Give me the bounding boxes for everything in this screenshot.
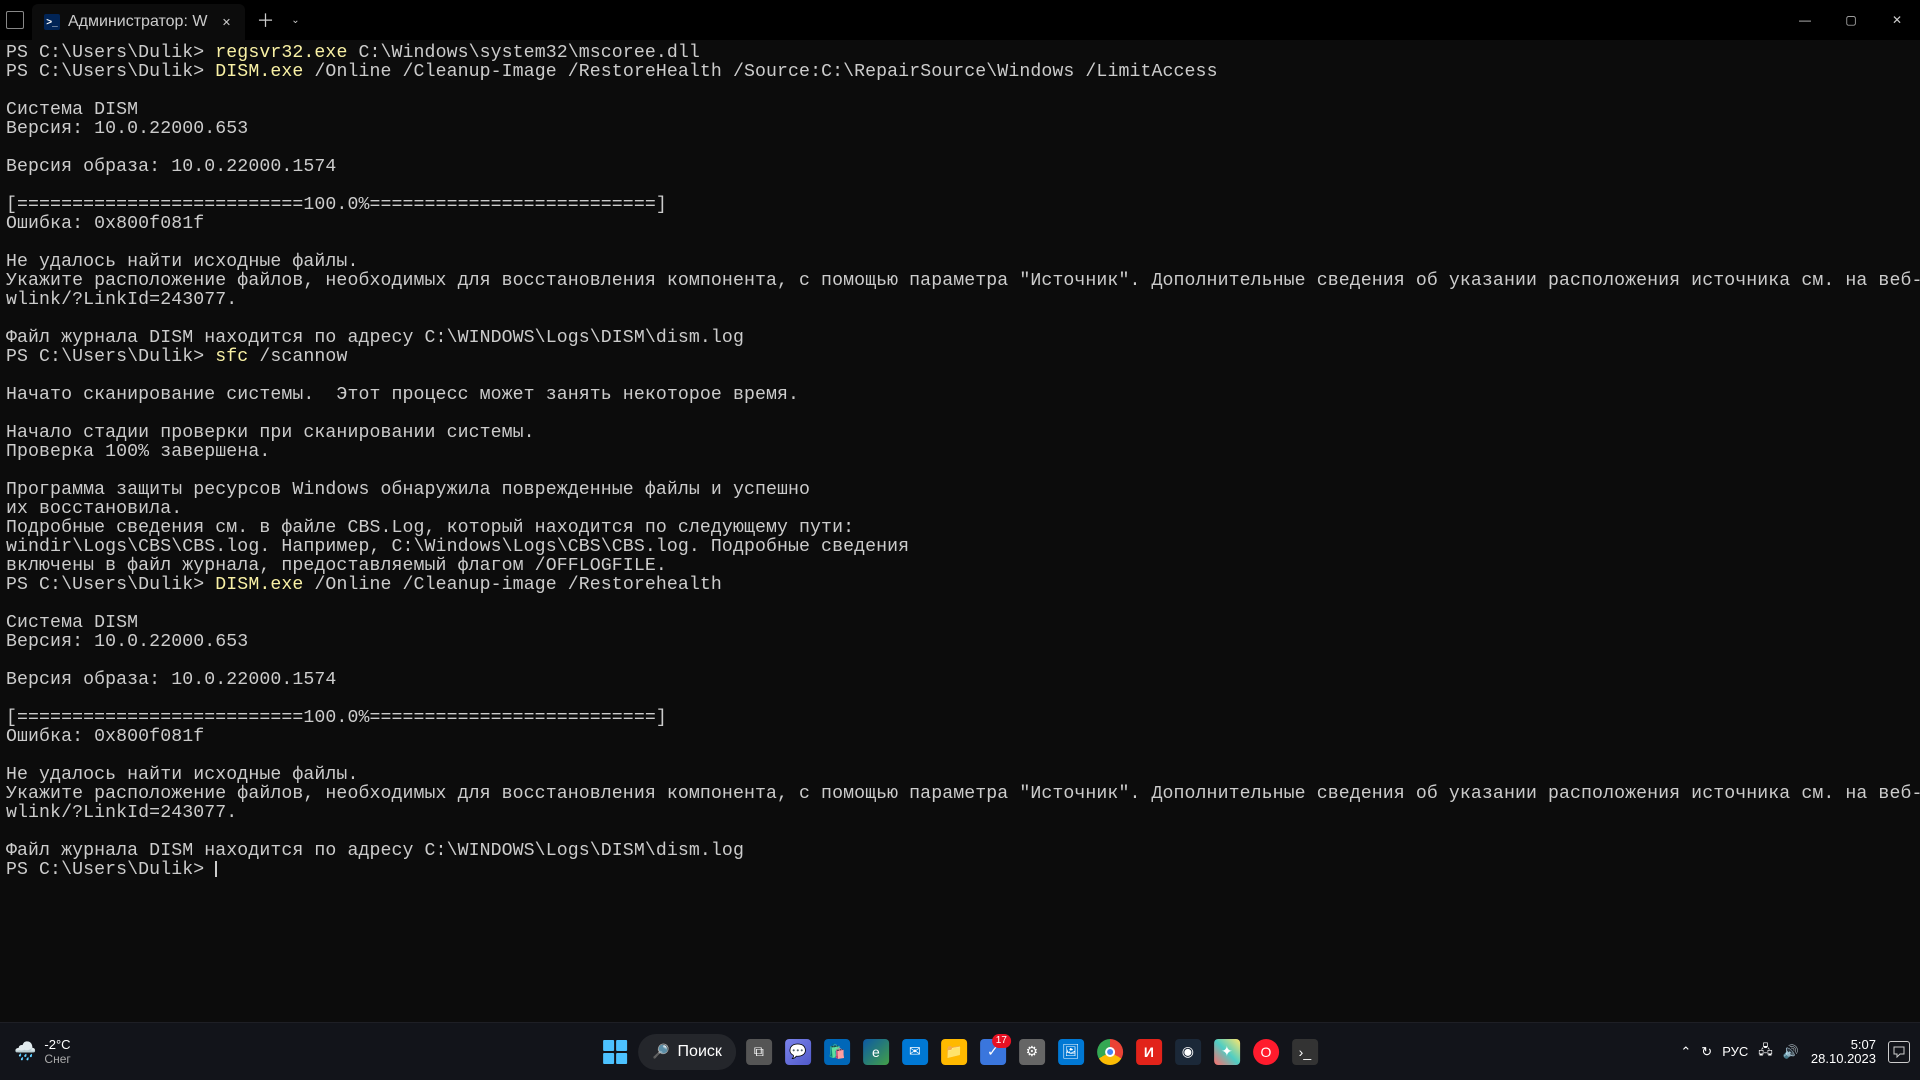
- onedrive-icon[interactable]: ↻: [1701, 1044, 1712, 1060]
- taskbar-weather[interactable]: 🌧️ -2°C Снег: [0, 1038, 71, 1066]
- command-args: /Online /Cleanup-image /Restorehealth: [303, 575, 722, 595]
- command-args: /scannow: [248, 347, 347, 367]
- start-button[interactable]: [599, 1036, 631, 1068]
- command: regsvr32.exe: [215, 43, 347, 63]
- store-icon[interactable]: 🛍️: [821, 1036, 853, 1068]
- output-line: Файл журнала DISM находится по адресу C:…: [6, 841, 744, 861]
- powershell-icon: >_: [44, 14, 60, 30]
- todo-icon[interactable]: ✓17: [977, 1036, 1009, 1068]
- output-line: Cистема DISM: [6, 613, 138, 633]
- new-tab-button[interactable]: ＋: [249, 4, 281, 36]
- edge-icon[interactable]: e: [860, 1036, 892, 1068]
- output-line: Проверка 100% завершена.: [6, 442, 270, 462]
- maximize-button[interactable]: ▢: [1828, 0, 1874, 40]
- tab-title: Администратор: W: [68, 13, 207, 31]
- output-line: Укажите расположение файлов, необходимых…: [6, 784, 1920, 804]
- prompt: PS C:\Users\Dulik>: [6, 860, 204, 880]
- output-line: Укажите расположение файлов, необходимых…: [6, 271, 1920, 291]
- output-line: Начало стадии проверки при сканировании …: [6, 423, 535, 443]
- output-line: Начато сканирование системы. Этот процес…: [6, 385, 799, 405]
- search-button[interactable]: 🔍 Поиск: [638, 1034, 736, 1070]
- search-label: Поиск: [678, 1043, 722, 1061]
- weather-label: Снег: [44, 1052, 70, 1066]
- output-line: Подробные сведения см. в файле CBS.Log, …: [6, 518, 854, 538]
- output-line: Программа защиты ресурсов Windows обнару…: [6, 480, 810, 500]
- prompt: PS C:\Users\Dulik>: [6, 62, 204, 82]
- output-line: включены в файл журнала, предоставляемый…: [6, 556, 667, 576]
- output-line: wlink/?LinkId=243077.: [6, 803, 237, 823]
- network-icon[interactable]: 🖧: [1758, 1041, 1773, 1063]
- progress-bar: [==========================100.0%=======…: [6, 708, 667, 728]
- taskbar: 🌧️ -2°C Снег 🔍 Поиск ⧉ 💬 🛍️ e ✉ 📁 ✓17 ⚙ …: [0, 1022, 1920, 1080]
- taskbar-center: 🔍 Поиск ⧉ 💬 🛍️ e ✉ 📁 ✓17 ⚙ 🖼 И ◉ ✦ O ›_: [599, 1034, 1321, 1070]
- app-menu-icon[interactable]: [6, 11, 24, 29]
- tab-close-button[interactable]: ✕: [219, 15, 233, 29]
- prompt: PS C:\Users\Dulik>: [6, 43, 204, 63]
- output-line: их восстановила.: [6, 499, 182, 519]
- close-button[interactable]: ✕: [1874, 0, 1920, 40]
- output-line: Cистема DISM: [6, 100, 138, 120]
- prompt: PS C:\Users\Dulik>: [6, 347, 204, 367]
- command: sfc: [215, 347, 248, 367]
- app-icon-rainbow[interactable]: ✦: [1211, 1036, 1243, 1068]
- clock-date: 28.10.2023: [1811, 1052, 1876, 1066]
- command: DISM.exe: [215, 62, 303, 82]
- cursor: [215, 861, 217, 877]
- volume-icon[interactable]: 🔊: [1783, 1044, 1799, 1060]
- system-tray[interactable]: ⌃ ↻ РУС 🖧 🔊: [1680, 1041, 1799, 1063]
- output-line: Ошибка: 0x800f081f: [6, 214, 204, 234]
- settings-icon[interactable]: ⚙: [1016, 1036, 1048, 1068]
- output-line: Версия: 10.0.22000.653: [6, 119, 248, 139]
- mail-icon[interactable]: ✉: [899, 1036, 931, 1068]
- minimize-button[interactable]: —: [1782, 0, 1828, 40]
- notifications-icon[interactable]: [1888, 1041, 1910, 1063]
- output-line: Ошибка: 0x800f081f: [6, 727, 204, 747]
- output-line: wlink/?LinkId=243077.: [6, 290, 237, 310]
- output-line: windir\Logs\CBS\CBS.log. Например, C:\Wi…: [6, 537, 909, 557]
- clock[interactable]: 5:07 28.10.2023: [1811, 1038, 1876, 1066]
- chat-icon[interactable]: 💬: [782, 1036, 814, 1068]
- command-args: C:\Windows\system32\mscoree.dll: [347, 43, 699, 63]
- progress-bar: [==========================100.0%=======…: [6, 195, 667, 215]
- taskbar-right: ⌃ ↻ РУС 🖧 🔊 5:07 28.10.2023: [1680, 1038, 1920, 1066]
- clock-time: 5:07: [1851, 1038, 1876, 1052]
- prompt: PS C:\Users\Dulik>: [6, 575, 204, 595]
- tab-dropdown-button[interactable]: ⌄: [281, 4, 309, 36]
- titlebar-left: >_ Администратор: W ✕ ＋ ⌄: [0, 0, 309, 40]
- command: DISM.exe: [215, 575, 303, 595]
- tab-powershell[interactable]: >_ Администратор: W ✕: [32, 4, 245, 40]
- badge: 17: [992, 1034, 1011, 1048]
- chevron-up-icon[interactable]: ⌃: [1680, 1044, 1691, 1060]
- output-line: Не удалось найти исходные файлы.: [6, 252, 358, 272]
- app-icon-red[interactable]: И: [1133, 1036, 1165, 1068]
- opera-icon[interactable]: O: [1250, 1036, 1282, 1068]
- command-args: /Online /Cleanup-Image /RestoreHealth /S…: [303, 62, 1217, 82]
- photos-icon[interactable]: 🖼: [1055, 1036, 1087, 1068]
- titlebar: >_ Администратор: W ✕ ＋ ⌄ — ▢ ✕: [0, 0, 1920, 40]
- weather-icon: 🌧️: [14, 1041, 36, 1062]
- weather-text: -2°C Снег: [44, 1038, 70, 1066]
- explorer-icon[interactable]: 📁: [938, 1036, 970, 1068]
- terminal-icon[interactable]: ›_: [1289, 1036, 1321, 1068]
- output-line: Не удалось найти исходные файлы.: [6, 765, 358, 785]
- terminal-output[interactable]: PS C:\Users\Dulik> regsvr32.exe C:\Windo…: [0, 40, 1920, 1036]
- output-line: Версия: 10.0.22000.653: [6, 632, 248, 652]
- language-indicator[interactable]: РУС: [1722, 1044, 1748, 1059]
- output-line: Файл журнала DISM находится по адресу C:…: [6, 328, 744, 348]
- steam-icon[interactable]: ◉: [1172, 1036, 1204, 1068]
- weather-temp: -2°C: [44, 1038, 70, 1052]
- window-controls: — ▢ ✕: [1782, 0, 1920, 40]
- task-view-icon[interactable]: ⧉: [743, 1036, 775, 1068]
- output-line: Версия образа: 10.0.22000.1574: [6, 157, 336, 177]
- search-icon: 🔍: [652, 1043, 669, 1060]
- output-line: Версия образа: 10.0.22000.1574: [6, 670, 336, 690]
- chrome-icon[interactable]: [1094, 1036, 1126, 1068]
